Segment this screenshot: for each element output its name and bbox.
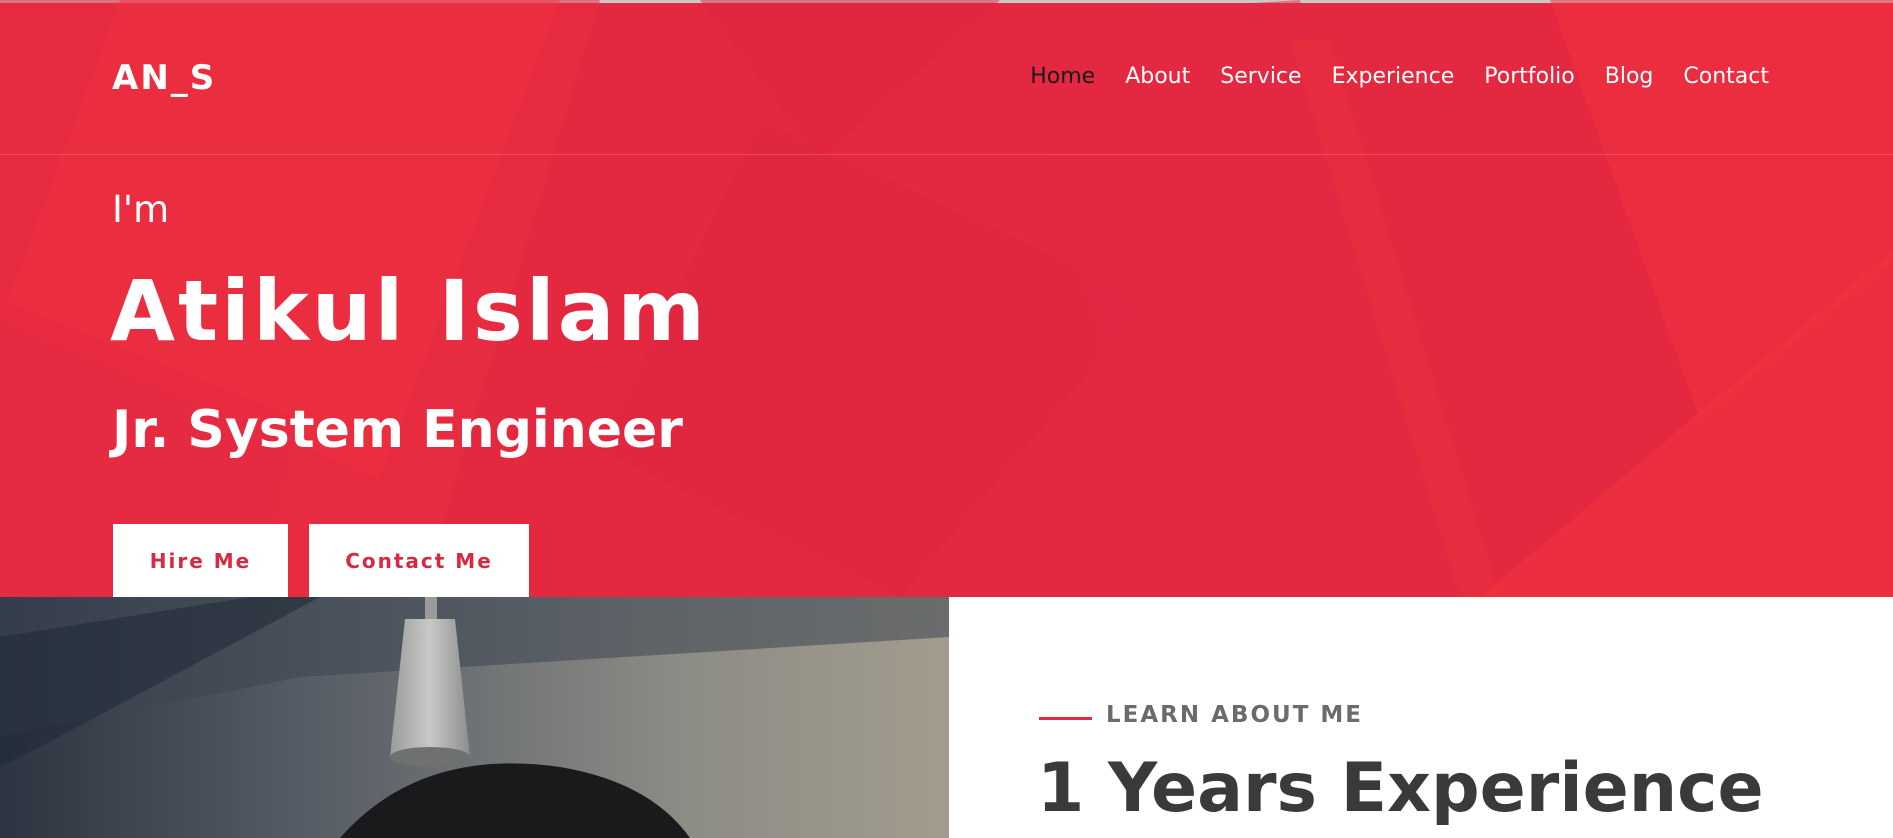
hero-intro: I'm — [112, 188, 170, 231]
about-heading: 1 Years Experience — [1037, 749, 1764, 828]
about-label: LEARN ABOUT ME — [1106, 702, 1363, 728]
hero-section: AN_S Home About Service Experience Portf… — [0, 0, 1893, 597]
nav-item-portfolio[interactable]: Portfolio — [1484, 64, 1575, 89]
contact-me-button[interactable]: Contact Me — [309, 524, 529, 597]
brand-logo[interactable]: AN_S — [112, 58, 216, 98]
nav-item-about[interactable]: About — [1125, 64, 1190, 89]
main-nav: Home About Service Experience Portfolio … — [1030, 64, 1769, 89]
hero-name: Atikul Islam — [110, 262, 708, 360]
header-divider — [0, 154, 1893, 155]
nav-item-contact[interactable]: Contact — [1683, 64, 1769, 89]
profile-photo — [0, 597, 949, 838]
hire-me-button[interactable]: Hire Me — [113, 524, 288, 597]
about-section: LEARN ABOUT ME 1 Years Experience — [949, 597, 1893, 838]
page: AN_S Home About Service Experience Portf… — [0, 0, 1893, 838]
nav-item-experience[interactable]: Experience — [1332, 64, 1455, 89]
nav-item-blog[interactable]: Blog — [1605, 64, 1654, 89]
nav-item-service[interactable]: Service — [1220, 64, 1301, 89]
about-label-line — [1039, 717, 1091, 720]
nav-item-home[interactable]: Home — [1030, 64, 1095, 89]
hero-role: Jr. System Engineer — [112, 400, 683, 460]
about-label-dot — [1088, 717, 1092, 720]
profile-photo-image — [0, 597, 949, 838]
